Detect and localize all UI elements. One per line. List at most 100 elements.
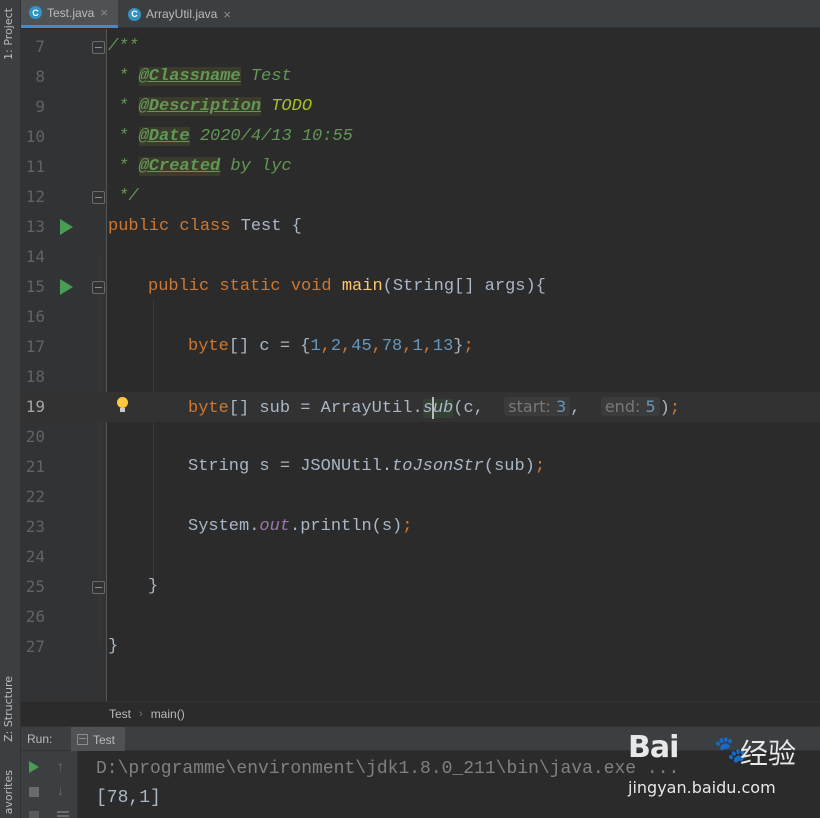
favorites-panel-toggle[interactable]: avorites [2, 770, 15, 814]
code-line[interactable]: 22 [21, 482, 820, 512]
run-tab-label: Test [93, 732, 116, 747]
baidu-logo-text: Bai [628, 730, 679, 765]
code-line[interactable]: 21 String s = JSONUtil.toJsonStr(sub); [21, 452, 820, 482]
code-line[interactable]: 16 [21, 302, 820, 332]
code-line[interactable]: 18 [21, 362, 820, 392]
fold-icon[interactable] [92, 281, 105, 294]
stop-icon[interactable] [29, 787, 39, 797]
console-icon [77, 734, 88, 745]
run-toolbar: ↑ ↓ [21, 751, 78, 818]
line-number: 27 [25, 637, 45, 656]
code-line[interactable]: 24 [21, 542, 820, 572]
keyword: public static void [148, 277, 332, 296]
line-number: 21 [25, 457, 45, 476]
rerun-icon[interactable] [29, 761, 39, 773]
code-fragment: (c, [453, 399, 484, 418]
code-line[interactable]: 14 [21, 242, 820, 272]
fold-icon[interactable] [92, 41, 105, 54]
lightbulb-icon[interactable] [117, 397, 128, 412]
comma: , [570, 399, 581, 418]
settings-icon[interactable] [29, 811, 39, 818]
tab-label: Test.java [47, 5, 95, 20]
code-fragment: String s = JSONUtil. [188, 457, 393, 476]
run-main-icon[interactable] [60, 279, 73, 295]
fold-icon[interactable] [92, 191, 105, 204]
code-line[interactable]: 26 [21, 602, 820, 632]
code-line[interactable]: 17 byte[] c = {1,2,45,78,1,13}; [21, 332, 820, 362]
tab-arrayutil-java[interactable]: C ArrayUtil.java × [120, 0, 272, 28]
code-line[interactable]: 25 } [21, 572, 820, 602]
comma: , [402, 337, 413, 356]
javadoc-tag: @Date [138, 127, 190, 146]
code-line[interactable]: 15 public static void main(String[] args… [21, 272, 820, 302]
run-class-icon[interactable] [60, 219, 73, 235]
code-text: } [148, 572, 158, 602]
run-panel-label: Run: [27, 732, 53, 746]
keyword: public class [108, 217, 231, 236]
code-editor[interactable]: 7 /** 8 * @Classname Test 9 * @Descripti… [21, 29, 820, 701]
keyword: byte [188, 399, 229, 418]
line-number: 15 [25, 277, 45, 296]
number-literal: 45 [351, 337, 372, 356]
breadcrumb-class[interactable]: Test [109, 707, 131, 721]
project-panel-toggle[interactable]: 1: Project [2, 8, 15, 60]
comment-star: * [108, 67, 139, 86]
comment-text: Test [240, 67, 292, 86]
code-fragment: [] sub = ArrayUtil. [228, 399, 423, 418]
arrow-up-icon[interactable]: ↑ [57, 758, 64, 774]
close-icon[interactable]: × [100, 5, 108, 20]
code-fragment: .println(s) [290, 517, 403, 536]
code-text: * @Classname Test [108, 62, 292, 92]
code-line[interactable]: 7 /** [21, 32, 820, 62]
line-number: 10 [25, 127, 45, 146]
comment-text: 2020/4/13 10:55 [189, 127, 353, 146]
code-text: byte[] sub = ArrayUtil.sub(c, start: 3, … [188, 392, 680, 424]
soft-wrap-icon[interactable] [57, 811, 69, 813]
tab-test-java[interactable]: C Test.java × [21, 0, 118, 28]
console-command-line: D:\programme\environment\jdk1.8.0_211\bi… [96, 759, 680, 779]
close-icon[interactable]: × [223, 7, 231, 22]
code-text: String s = JSONUtil.toJsonStr(sub); [188, 452, 545, 482]
java-class-icon: C [128, 7, 141, 21]
code-text: public static void main(String[] args){ [148, 272, 546, 302]
code-text: * @Description TODO [108, 92, 312, 122]
code-line[interactable]: 10 * @Date 2020/4/13 10:55 [21, 122, 820, 152]
line-number: 22 [25, 487, 45, 506]
code-text: * @Date 2020/4/13 10:55 [108, 122, 353, 152]
arrow-down-icon[interactable]: ↓ [57, 782, 64, 798]
structure-panel-toggle[interactable]: Z: Structure [2, 676, 15, 742]
fold-icon[interactable] [92, 581, 105, 594]
breadcrumb-method[interactable]: main() [151, 707, 185, 721]
semicolon: ; [669, 399, 681, 418]
line-number: 25 [25, 577, 45, 596]
code-line-current[interactable]: 19 byte[] sub = ArrayUtil.sub(c, start: … [21, 392, 820, 422]
param-hint-value: 3 [556, 397, 567, 416]
line-number: 12 [25, 187, 45, 206]
static-field: out [259, 517, 291, 536]
code-line[interactable]: 12 */ [21, 182, 820, 212]
code-line[interactable]: 9 * @Description TODO [21, 92, 820, 122]
code-line[interactable]: 8 * @Classname Test [21, 62, 820, 92]
code-text: } [108, 632, 118, 662]
param-hint-name: start: [508, 397, 551, 416]
line-number: 23 [25, 517, 45, 536]
line-number: 18 [25, 367, 45, 386]
doc-comment-close: */ [108, 187, 139, 206]
code-line[interactable]: 20 [21, 422, 820, 452]
javadoc-tag: @Created [138, 157, 221, 176]
baidu-jingyan-watermark: Bai 🐾 经验 jingyan.baidu.com [628, 730, 818, 802]
comma: , [422, 337, 433, 356]
code-line[interactable]: 11 * @Created by lyc [21, 152, 820, 182]
semicolon: ; [402, 517, 413, 536]
keyword: byte [188, 337, 229, 356]
line-number: 8 [35, 67, 45, 86]
code-line[interactable]: 27 } [21, 632, 820, 662]
number-literal: 1 [412, 337, 423, 356]
code-line[interactable]: 13 public class Test { [21, 212, 820, 242]
line-number: 13 [25, 217, 45, 236]
comma: , [341, 337, 352, 356]
method-params: (String[] args){ [382, 277, 546, 296]
run-tab-test[interactable]: Test [71, 727, 126, 752]
code-text: public class Test { [108, 212, 302, 242]
code-line[interactable]: 23 System.out.println(s); [21, 512, 820, 542]
